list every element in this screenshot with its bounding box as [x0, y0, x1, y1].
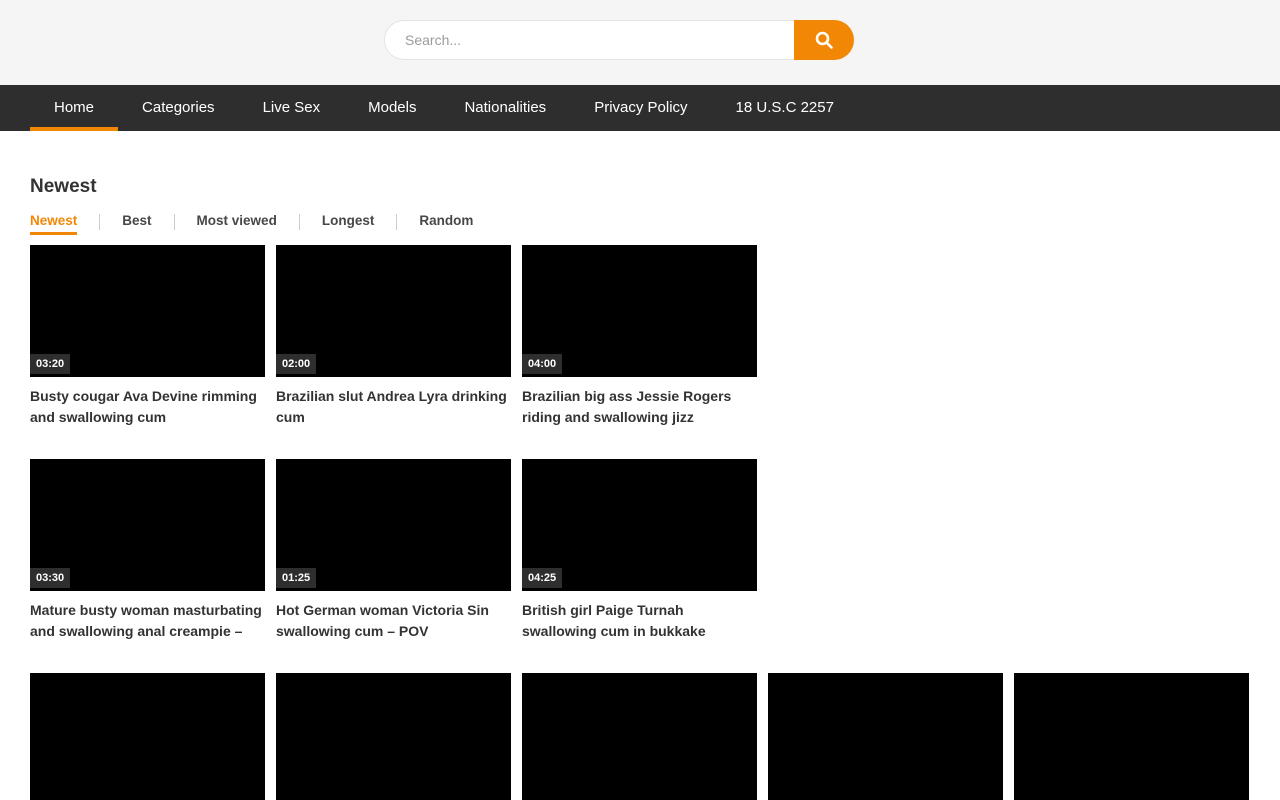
- video-thumbnail[interactable]: [768, 673, 1003, 800]
- video-card: 04:25 British girl Paige Turnah swallowi…: [522, 459, 757, 642]
- video-thumbnail[interactable]: [1014, 673, 1249, 800]
- video-thumbnail[interactable]: 01:25: [276, 459, 511, 591]
- nav-item-privacy-policy[interactable]: Privacy Policy: [570, 85, 711, 131]
- video-thumbnail[interactable]: 03:20: [30, 245, 265, 377]
- magnifier-icon: [813, 29, 835, 51]
- video-thumbnail[interactable]: 04:00: [522, 245, 757, 377]
- video-thumbnail[interactable]: [276, 673, 511, 800]
- video-thumbnail[interactable]: [30, 673, 265, 800]
- video-title[interactable]: Brazilian slut Andrea Lyra drinking cum: [276, 386, 511, 428]
- video-title[interactable]: Mature busty woman masturbating and swal…: [30, 600, 265, 642]
- video-title[interactable]: British girl Paige Turnah swallowing cum…: [522, 600, 757, 642]
- duration-badge: 03:20: [30, 354, 70, 374]
- video-title[interactable]: Hot German woman Victoria Sin swallowing…: [276, 600, 511, 642]
- search-button[interactable]: [794, 20, 854, 60]
- video-card: 03:30 Mature busty woman masturbating an…: [30, 459, 265, 642]
- nav-item-18-usc-2257[interactable]: 18 U.S.C 2257: [712, 85, 858, 131]
- duration-badge: 04:00: [522, 354, 562, 374]
- nav-item-nationalities[interactable]: Nationalities: [440, 85, 570, 131]
- duration-badge: 03:30: [30, 568, 70, 588]
- nav-item-categories[interactable]: Categories: [118, 85, 239, 131]
- video-card: 03:20 Busty cougar Ava Devine rimming an…: [30, 245, 265, 428]
- video-thumbnail[interactable]: [522, 673, 757, 800]
- video-card: [768, 673, 1003, 800]
- page-title: Newest: [30, 176, 1250, 198]
- main-content: Newest Newest Best Most viewed Longest R…: [30, 176, 1250, 800]
- video-card: 04:00 Brazilian big ass Jessie Rogers ri…: [522, 245, 757, 428]
- video-card: [276, 673, 511, 800]
- nav-item-home[interactable]: Home: [30, 85, 118, 131]
- search-bar: [384, 20, 854, 60]
- tab-best[interactable]: Best: [122, 213, 151, 235]
- tab-divider: [396, 214, 397, 230]
- video-grid-row: [30, 673, 1250, 800]
- nav-item-models[interactable]: Models: [344, 85, 440, 131]
- duration-badge: 04:25: [522, 568, 562, 588]
- duration-badge: 01:25: [276, 568, 316, 588]
- video-thumbnail[interactable]: 03:30: [30, 459, 265, 591]
- tab-divider: [174, 214, 175, 230]
- video-title[interactable]: Brazilian big ass Jessie Rogers riding a…: [522, 386, 757, 428]
- video-thumbnail[interactable]: 02:00: [276, 245, 511, 377]
- tab-random[interactable]: Random: [419, 213, 473, 235]
- tab-most-viewed[interactable]: Most viewed: [197, 213, 277, 235]
- video-card: 01:25 Hot German woman Victoria Sin swal…: [276, 459, 511, 642]
- video-card: [30, 673, 265, 800]
- video-card: [1014, 673, 1249, 800]
- search-input[interactable]: [384, 20, 854, 60]
- duration-badge: 02:00: [276, 354, 316, 374]
- main-navigation: Home Categories Live Sex Models National…: [0, 85, 1280, 131]
- video-card: 02:00 Brazilian slut Andrea Lyra drinkin…: [276, 245, 511, 428]
- video-card: [522, 673, 757, 800]
- top-header: [0, 0, 1280, 85]
- tab-longest[interactable]: Longest: [322, 213, 375, 235]
- tab-divider: [299, 214, 300, 230]
- nav-item-live-sex[interactable]: Live Sex: [239, 85, 345, 131]
- tab-divider: [99, 214, 100, 230]
- tab-newest[interactable]: Newest: [30, 213, 77, 235]
- sort-tabs: Newest Best Most viewed Longest Random: [30, 213, 1250, 235]
- nav-list: Home Categories Live Sex Models National…: [30, 85, 1280, 131]
- video-grid-row: 03:30 Mature busty woman masturbating an…: [30, 459, 1250, 642]
- video-grid-row: 03:20 Busty cougar Ava Devine rimming an…: [30, 245, 1250, 428]
- video-thumbnail[interactable]: 04:25: [522, 459, 757, 591]
- video-title[interactable]: Busty cougar Ava Devine rimming and swal…: [30, 386, 265, 428]
